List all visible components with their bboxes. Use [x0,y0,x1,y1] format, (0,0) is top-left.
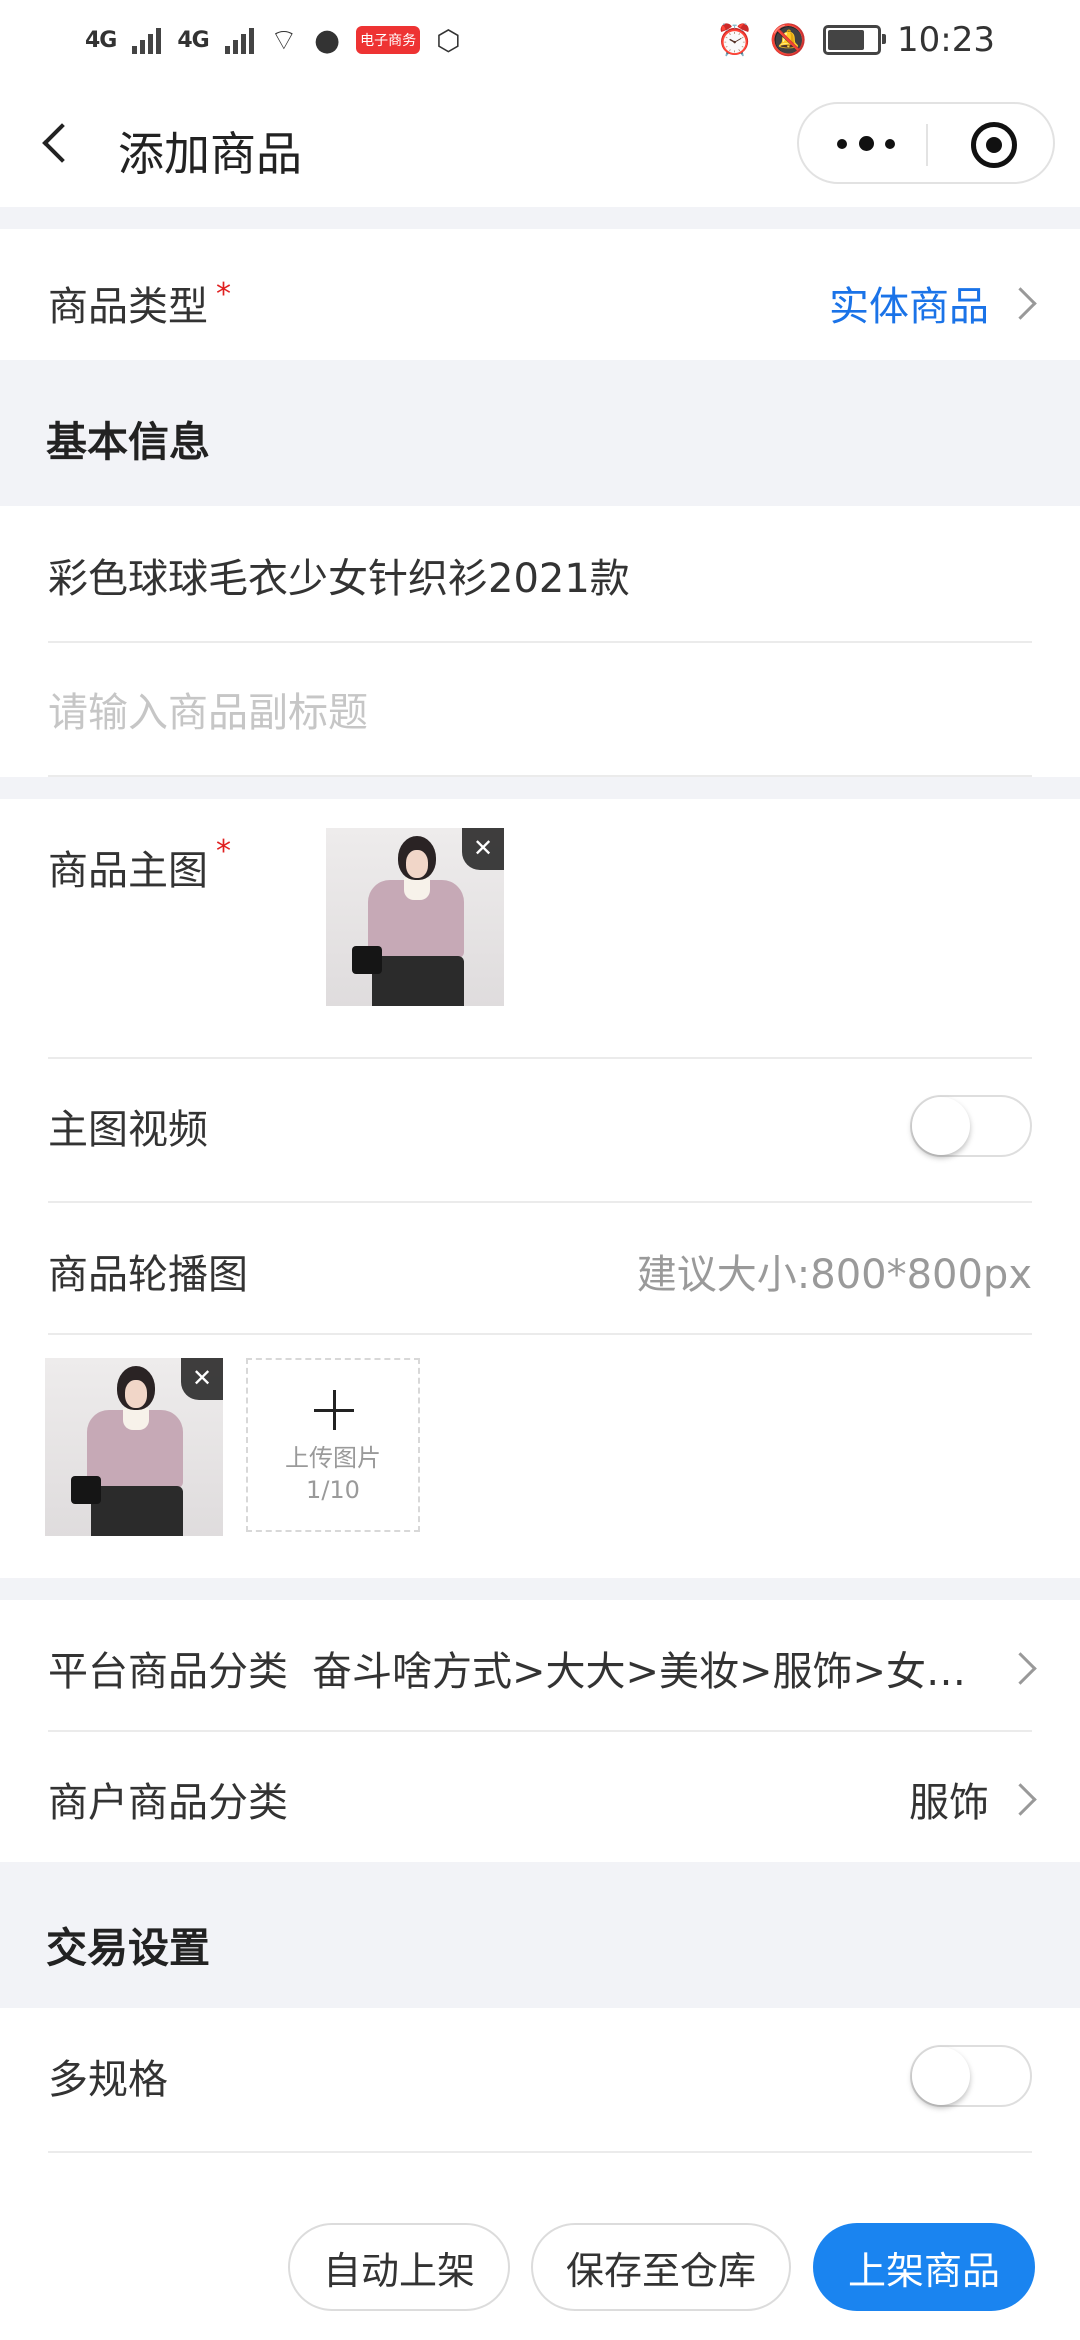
product-type-row[interactable]: 商品类型 * 实体商品 [48,258,1037,348]
merchant-category-row[interactable]: 商户商品分类 服饰 [48,1754,1037,1844]
save-to-warehouse-button[interactable]: 保存至仓库 [531,2223,791,2311]
product-type-value-wrap: 实体商品 [829,274,1037,332]
divider [48,2151,1032,2153]
carousel-thumbnail[interactable]: ✕ [45,1358,223,1536]
remove-image-icon[interactable]: ✕ [462,828,504,870]
chat-icon: ● [313,22,341,58]
app-notification-badge: 电子商务 [356,26,421,54]
mini-program-capsule [797,102,1055,184]
toggle-knob [912,1097,970,1155]
product-type-label-wrap: 商品类型 * [48,274,231,332]
divider-band [0,207,1080,229]
signal-1-label: 4G [85,27,117,53]
platform-category-row[interactable]: 平台商品分类 奋斗啥方式>大大>美妆>服饰>女… [48,1623,1037,1713]
page-title: 添加商品 [118,127,302,181]
status-bar: 4G 4G ⌔ ● 电子商务 ⬡ ⏰ 🔕 10:23 [0,0,1080,80]
upload-count: 1/10 [306,1476,360,1504]
multi-spec-row: 多规格 [48,2028,1032,2124]
clock: 10:23 [897,20,995,60]
chevron-right-icon [1004,1782,1037,1816]
trade-settings-title: 交易设置 [46,1924,210,1972]
main-video-label: 主图视频 [48,1107,208,1153]
toggle-knob [912,2047,970,2105]
more-dots-icon[interactable] [837,134,895,154]
main-video-row: 主图视频 [48,1080,1032,1172]
divider [48,1057,1032,1059]
capsule-divider [926,124,928,166]
product-type-label: 商品类型 [48,284,208,330]
product-name-field[interactable]: 彩色球球毛衣少女针织衫2021款 [48,530,1032,620]
alarm-icon: ⏰ [716,22,754,58]
hand-icon: ⬡ [436,23,461,57]
divider [48,641,1032,643]
chevron-right-icon [1004,1651,1037,1685]
divider [48,1333,1032,1335]
carousel-label: 商品轮播图 [48,1252,248,1298]
status-left: 4G 4G ⌔ ● 电子商务 ⬡ [85,21,461,59]
main-image-label-wrap: 商品主图 * [48,834,231,900]
multi-spec-toggle[interactable] [910,2045,1032,2107]
chevron-right-icon [1004,286,1037,320]
signal-bars-icon [224,26,254,54]
platform-category-value: 奋斗啥方式>大大>美妆>服饰>女… [312,1649,967,1695]
divider-band [0,1578,1080,1600]
signal-2-label: 4G [177,27,209,53]
product-name-value: 彩色球球毛衣少女针织衫2021款 [48,556,630,602]
remove-image-icon[interactable]: ✕ [181,1358,223,1400]
basic-info-title: 基本信息 [46,418,210,466]
back-arrow-icon[interactable] [38,125,78,165]
upload-label: 上传图片 [285,1444,381,1472]
platform-category-label: 平台商品分类 [48,1649,288,1695]
main-image-thumbnail[interactable]: ✕ [326,828,504,1006]
upload-image-button[interactable]: 上传图片 1/10 [246,1358,420,1532]
status-right: ⏰ 🔕 10:23 [716,20,995,60]
list-product-button[interactable]: 上架商品 [813,2223,1035,2311]
merchant-category-label: 商户商品分类 [48,1780,288,1826]
subtitle-input[interactable]: 请输入商品副标题 [48,664,1032,754]
divider [48,1201,1032,1203]
carousel-size-hint: 建议大小:800*800px [636,1252,1032,1298]
main-image-label: 商品主图 [48,848,208,894]
plus-icon [314,1390,354,1430]
subtitle-placeholder: 请输入商品副标题 [48,690,368,736]
multi-spec-label: 多规格 [48,2057,168,2103]
carousel-row: 商品轮播图 建议大小:800*800px [48,1226,1032,1316]
close-target-icon[interactable] [971,122,1017,168]
main-video-toggle[interactable] [910,1095,1032,1157]
signal-bars-icon [132,26,162,54]
divider [48,1730,1032,1732]
required-mark: * [216,833,231,869]
merchant-category-value-wrap: 服饰 [909,1770,1037,1828]
product-type-value: 实体商品 [829,284,989,330]
platform-category-value-wrap: 奋斗啥方式>大大>美妆>服饰>女… [312,1639,1037,1697]
mute-icon: 🔕 [769,22,808,58]
wifi-icon: ⌔ [269,23,298,58]
nav-bar: 添加商品 [0,85,1080,205]
auto-list-button[interactable]: 自动上架 [288,2223,510,2311]
merchant-category-value: 服饰 [909,1780,989,1826]
battery-icon [823,25,887,55]
divider-band [0,777,1080,799]
required-mark: * [216,277,231,312]
